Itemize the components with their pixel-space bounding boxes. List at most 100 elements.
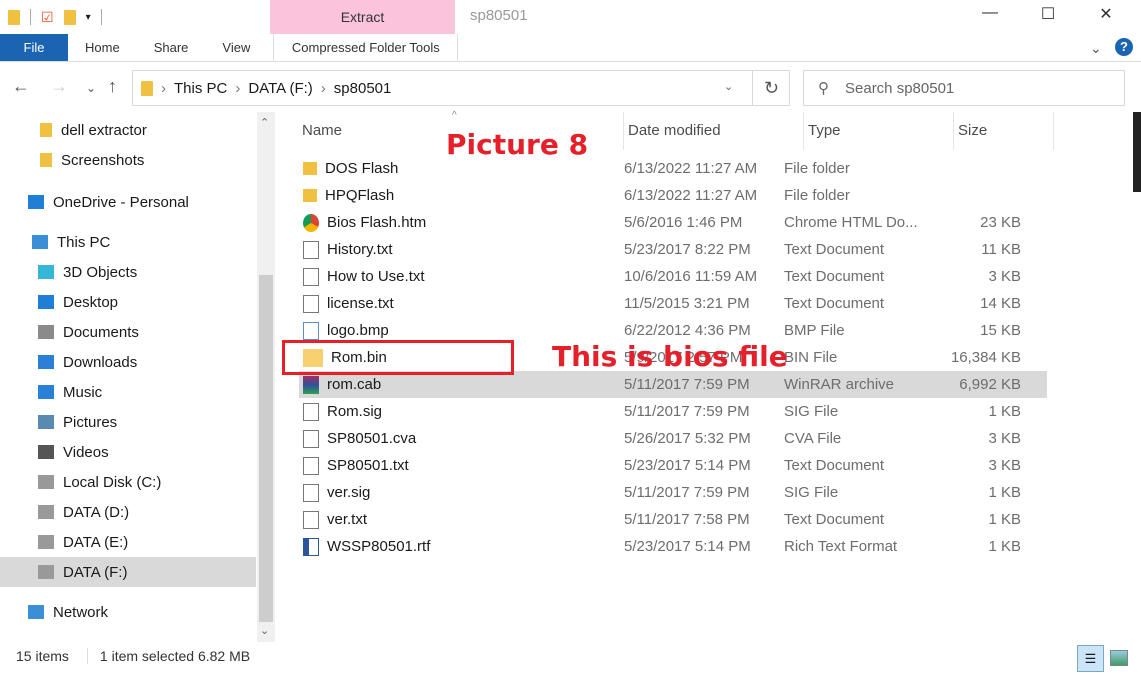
file-name-cell: WSSP80501.rtf <box>299 537 599 556</box>
sidebar-item-music[interactable]: Music <box>0 377 256 407</box>
file-date: 6/13/2022 11:27 AM <box>624 187 758 204</box>
properties-icon[interactable]: ☑ <box>41 9 54 26</box>
forward-button[interactable]: → <box>50 76 68 97</box>
file-size: 3 KB <box>988 268 1021 285</box>
help-icon[interactable]: ? <box>1115 38 1133 56</box>
sidebar-item-pictures[interactable]: Pictures <box>0 407 256 437</box>
file-row[interactable]: Rom.sig 5/11/2017 7:59 PM SIG File 1 KB <box>299 398 1047 425</box>
file-date: 6/22/2012 4:36 PM <box>624 322 751 339</box>
maximize-button[interactable]: ☐ <box>1025 4 1071 24</box>
scroll-down-icon[interactable]: ⌄ <box>260 624 269 637</box>
sidebar-item-screenshots[interactable]: Screenshots <box>0 145 256 175</box>
refresh-button[interactable]: ↻ <box>752 70 790 106</box>
file-type: Rich Text Format <box>784 538 898 555</box>
folder-icon <box>40 153 52 167</box>
tab-share[interactable]: Share <box>137 34 206 61</box>
sidebar-item-data-f[interactable]: DATA (F:) <box>0 557 256 587</box>
sidebar-scroll-thumb[interactable] <box>259 275 273 622</box>
tab-view[interactable]: View <box>205 34 267 61</box>
file-name-cell: HPQFlash <box>299 187 599 204</box>
file-row[interactable]: ver.txt 5/11/2017 7:58 PM Text Document 1 K… <box>299 506 1047 533</box>
file-row[interactable]: rom.cab 5/11/2017 7:59 PM WinRAR archive 6,… <box>299 371 1047 398</box>
navigation-pane: dell extractor Screenshots OneDrive - Pers… <box>0 112 256 642</box>
file-type: BMP File <box>784 322 845 339</box>
column-date-modified[interactable]: Date modified <box>624 112 804 150</box>
folder-icon <box>141 80 153 96</box>
file-row[interactable]: Bios Flash.htm 5/6/2016 1:46 PM Chrome HTM… <box>299 209 1047 236</box>
sidebar-item-dell-extractor[interactable]: dell extractor <box>0 115 256 145</box>
tab-home[interactable]: Home <box>68 34 137 61</box>
breadcrumb-sp80501[interactable]: sp80501 <box>334 80 392 97</box>
file-row[interactable]: WSSP80501.rtf 5/23/2017 5:14 PM Rich Text … <box>299 533 1047 560</box>
file-type: WinRAR archive <box>784 376 895 393</box>
file-size: 23 KB <box>980 214 1021 231</box>
sidebar-item-label: dell extractor <box>61 121 147 139</box>
expand-ribbon-icon[interactable]: ⌄ <box>1090 40 1102 57</box>
breadcrumb-this-pc[interactable]: This PC <box>174 80 227 97</box>
file-row[interactable]: license.txt 11/5/2015 3:21 PM Text Documen… <box>299 290 1047 317</box>
file-row[interactable]: HPQFlash 6/13/2022 11:27 AM File folder <box>299 182 1047 209</box>
file-name-cell: DOS Flash <box>299 160 599 177</box>
file-row[interactable]: DOS Flash 6/13/2022 11:27 AM File folder <box>299 155 1047 182</box>
file-row[interactable]: SP80501.cva 5/26/2017 5:32 PM CVA File 3 KB <box>299 425 1047 452</box>
customize-toolbar-icon[interactable]: ▾ <box>86 12 91 23</box>
sidebar-item-label: Downloads <box>63 353 138 371</box>
file-size: 1 KB <box>988 484 1021 501</box>
tab-file[interactable]: File <box>0 34 68 61</box>
column-type[interactable]: Type <box>804 112 954 150</box>
file-size: 15 KB <box>980 322 1021 339</box>
cloud-icon <box>28 195 44 209</box>
tab-compressed-folder-tools[interactable]: Compressed Folder Tools <box>273 34 459 61</box>
sidebar-item-desktop[interactable]: Desktop <box>0 287 256 317</box>
file-name: DOS Flash <box>325 160 399 177</box>
extract-context-tab: Extract <box>270 0 455 34</box>
back-button[interactable]: ← <box>12 76 30 97</box>
close-button[interactable]: ✕ <box>1083 4 1129 24</box>
text-file-icon <box>303 429 319 448</box>
file-date: 11/5/2015 3:21 PM <box>624 295 750 312</box>
details-view-button[interactable]: ☰ <box>1077 645 1104 672</box>
pictures-icon <box>38 415 54 429</box>
large-icons-view-button[interactable] <box>1110 650 1128 666</box>
file-type: CVA File <box>784 430 842 447</box>
minimize-button[interactable]: — <box>967 4 1013 22</box>
search-input[interactable]: ⚲ Search sp80501 <box>803 70 1125 106</box>
sidebar-item-label: OneDrive - Personal <box>53 193 189 211</box>
file-name-cell: Rom.sig <box>299 402 599 421</box>
folder-icon <box>8 9 20 25</box>
file-row[interactable]: SP80501.txt 5/23/2017 5:14 PM Text Documen… <box>299 452 1047 479</box>
download-icon <box>38 355 54 369</box>
breadcrumb-data-f[interactable]: DATA (F:) <box>248 80 312 97</box>
text-file-icon <box>303 294 319 313</box>
sidebar-item-local-disk-c[interactable]: Local Disk (C:) <box>0 467 256 497</box>
address-bar[interactable]: › This PC › DATA (F:) › sp80501 <box>132 70 790 106</box>
sidebar-item-this-pc[interactable]: This PC <box>0 227 256 257</box>
sidebar-item-data-e[interactable]: DATA (E:) <box>0 527 256 557</box>
file-row[interactable]: How to Use.txt 10/6/2016 11:59 AM Text Doc… <box>299 263 1047 290</box>
up-button[interactable]: ↑ <box>108 76 117 97</box>
status-bar: 15 items 1 item selected 6.82 MB <box>16 648 250 664</box>
folder-icon <box>303 189 317 202</box>
sidebar-item-data-d[interactable]: DATA (D:) <box>0 497 256 527</box>
sidebar-item-downloads[interactable]: Downloads <box>0 347 256 377</box>
file-date: 10/6/2016 11:59 AM <box>624 268 758 285</box>
scroll-up-icon[interactable]: ⌃ <box>260 116 269 129</box>
recent-locations-button[interactable]: ⌄ <box>86 81 96 95</box>
image-file-icon <box>303 321 319 340</box>
search-placeholder: Search sp80501 <box>845 79 955 97</box>
column-size[interactable]: Size <box>954 112 1054 150</box>
new-folder-icon[interactable] <box>63 9 76 25</box>
sidebar-item-videos[interactable]: Videos <box>0 437 256 467</box>
file-type: Text Document <box>784 511 885 528</box>
file-row[interactable]: ver.sig 5/11/2017 7:59 PM SIG File 1 KB <box>299 479 1047 506</box>
selection-info: 1 item selected 6.82 MB <box>86 648 250 664</box>
file-date: 6/13/2022 11:27 AM <box>624 160 758 177</box>
file-name: SP80501.txt <box>327 457 409 474</box>
address-dropdown-icon[interactable]: ⌄ <box>724 80 733 93</box>
sidebar-item-3d-objects[interactable]: 3D Objects <box>0 257 256 287</box>
sidebar-item-documents[interactable]: Documents <box>0 317 256 347</box>
sidebar-item-network[interactable]: Network <box>0 597 256 627</box>
music-icon <box>38 385 54 399</box>
sidebar-item-onedrive-personal[interactable]: OneDrive - Personal <box>0 187 256 217</box>
file-row[interactable]: History.txt 5/23/2017 8:22 PM Text Documen… <box>299 236 1047 263</box>
